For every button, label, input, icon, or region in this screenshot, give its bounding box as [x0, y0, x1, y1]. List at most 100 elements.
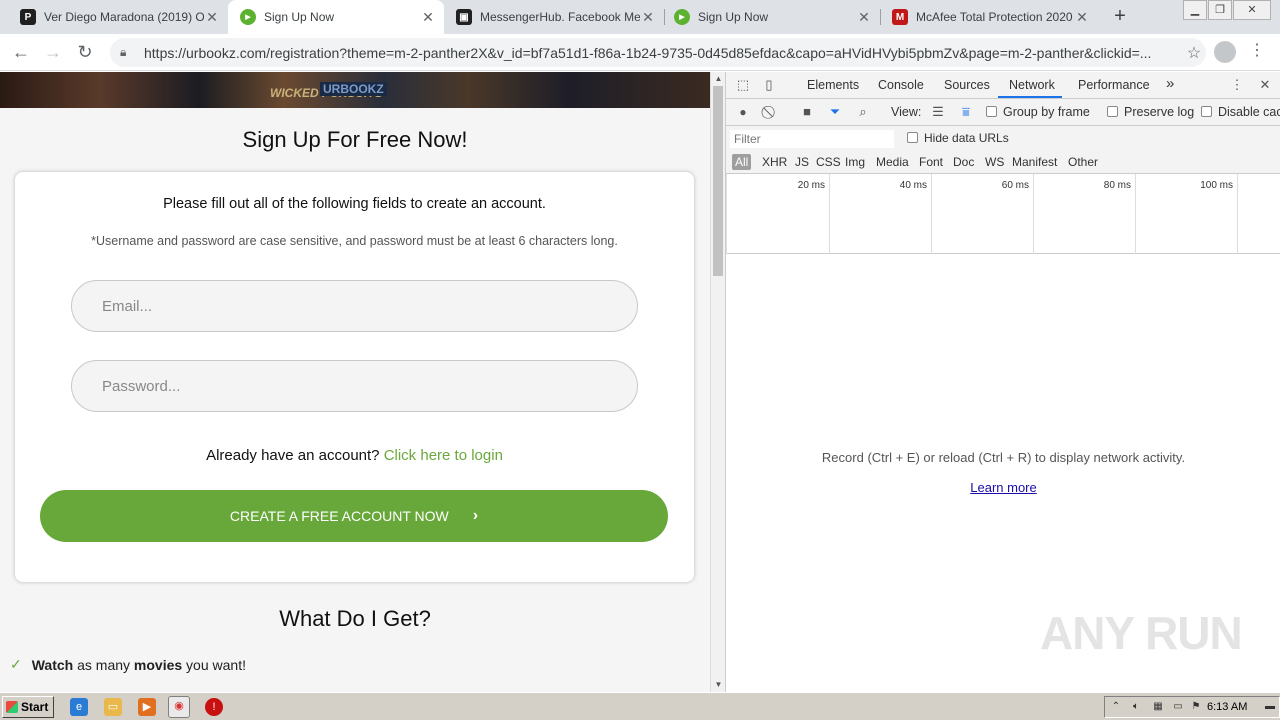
- tab-network[interactable]: Network: [1009, 78, 1055, 92]
- tab-elements[interactable]: Elements: [807, 78, 859, 92]
- network-icon[interactable]: ▦: [1151, 700, 1165, 714]
- tab-title: McAfee Total Protection 2020 |: [916, 10, 1074, 24]
- page-scrollbar[interactable]: ▲ ▼: [710, 72, 725, 692]
- reload-button[interactable]: ↻: [72, 40, 98, 66]
- chevron-right-icon: ›: [472, 507, 479, 524]
- bookmark-star-icon[interactable]: ☆: [1182, 43, 1206, 63]
- profile-avatar[interactable]: [1214, 41, 1236, 63]
- device-toolbar-icon[interactable]: ▯: [760, 76, 778, 94]
- start-button[interactable]: Start: [2, 696, 54, 718]
- close-icon[interactable]: ✕: [1074, 9, 1090, 26]
- window-close-button[interactable]: ✕: [1233, 0, 1271, 20]
- create-account-button[interactable]: CREATE A FREE ACCOUNT NOW ›: [40, 490, 668, 542]
- browser-tab-4[interactable]: ▶ Sign Up Now ✕: [662, 0, 880, 34]
- disable-cache-checkbox[interactable]: Disable cac: [1201, 105, 1280, 119]
- browser-tab-5[interactable]: M McAfee Total Protection 2020 | ✕: [880, 0, 1098, 34]
- type-filter-doc[interactable]: Doc: [953, 155, 974, 169]
- devtools-menu-icon[interactable]: ⋮: [1228, 76, 1246, 94]
- filter-icon[interactable]: ⏷: [826, 103, 844, 121]
- feature-word: Watch: [31, 656, 74, 673]
- close-icon[interactable]: ✕: [420, 9, 436, 26]
- minimize-button[interactable]: ▁: [1183, 0, 1207, 20]
- disable-cache-label: Disable cac: [1218, 105, 1280, 119]
- browser-tab-2[interactable]: ▶ Sign Up Now ✕: [228, 0, 444, 34]
- checkbox-box[interactable]: [1201, 106, 1212, 117]
- tab-favicon-icon: ▣: [456, 9, 472, 25]
- type-filter-all[interactable]: All: [732, 154, 752, 170]
- type-filter-manifest[interactable]: Manifest: [1012, 155, 1057, 169]
- type-filter-img[interactable]: Img: [845, 155, 865, 169]
- file-explorer-icon[interactable]: ▭: [104, 698, 122, 716]
- check-icon: ✓: [10, 656, 22, 672]
- network-timeline-overview[interactable]: 20 ms 40 ms 60 ms 80 ms 100 ms: [726, 174, 1280, 254]
- type-filter-xhr[interactable]: XHR: [762, 155, 787, 169]
- hide-data-urls-checkbox[interactable]: Hide data URLs: [907, 131, 1009, 145]
- media-player-icon[interactable]: ▶: [138, 698, 156, 716]
- clock[interactable]: 6:13 AM: [1207, 701, 1247, 713]
- search-icon[interactable]: ⌕: [854, 103, 872, 121]
- checkbox-box[interactable]: [986, 106, 997, 117]
- clear-icon[interactable]: ⃠: [762, 103, 780, 121]
- checkbox-box[interactable]: [907, 132, 918, 143]
- url-text[interactable]: https://urbookz.com/registration?theme=m…: [144, 45, 1182, 61]
- tick-label: 20 ms: [797, 180, 825, 191]
- maximize-button[interactable]: ❐: [1208, 0, 1232, 20]
- tab-title: MessengerHub. Facebook Messe: [480, 10, 640, 24]
- inspect-element-icon[interactable]: ⬚: [734, 76, 752, 94]
- tab-sources[interactable]: Sources: [944, 78, 990, 92]
- flag-icon[interactable]: ⚑: [1189, 700, 1203, 714]
- checkbox-box[interactable]: [1107, 106, 1118, 117]
- more-tabs-icon[interactable]: »: [1166, 75, 1174, 92]
- browser-tab-1[interactable]: P Ver Diego Maradona (2019) Onli ✕: [8, 0, 228, 34]
- timeline-tick: 100 ms: [1135, 174, 1237, 254]
- tray-expand-icon[interactable]: ⌃: [1109, 700, 1123, 714]
- group-by-frame-checkbox[interactable]: Group by frame: [986, 105, 1090, 119]
- tick-label: 100 ms: [1200, 180, 1233, 191]
- large-rows-icon[interactable]: ☰: [929, 103, 947, 121]
- devtools-panel: ⬚ ▯ Elements Console Sources Network Per…: [725, 72, 1280, 692]
- tab-console[interactable]: Console: [878, 78, 924, 92]
- internet-explorer-icon[interactable]: e: [70, 698, 88, 716]
- volume-icon[interactable]: 🔈︎: [1129, 700, 1143, 714]
- feature-word: you want!: [182, 656, 246, 673]
- scroll-up-arrow-icon[interactable]: ▲: [711, 72, 726, 86]
- password-field[interactable]: [71, 360, 638, 412]
- devtools-close-icon[interactable]: ✕: [1256, 76, 1274, 94]
- type-filter-css[interactable]: CSS: [816, 155, 841, 169]
- chrome-icon[interactable]: ◉: [168, 696, 190, 718]
- timeline-tick: 80 ms: [1033, 174, 1135, 254]
- timeline-tick: 20 ms: [726, 174, 829, 254]
- site-logo[interactable]: URBOOKZ: [320, 82, 387, 96]
- learn-more-link[interactable]: Learn more: [726, 480, 1280, 495]
- tab-title: Sign Up Now: [698, 10, 769, 24]
- type-filter-media[interactable]: Media: [876, 155, 909, 169]
- forward-button[interactable]: →: [40, 40, 66, 66]
- waterfall-icon[interactable]: ⩸: [957, 103, 975, 121]
- close-icon[interactable]: ✕: [640, 9, 656, 26]
- capture-screenshots-icon[interactable]: ■: [798, 103, 816, 121]
- email-field[interactable]: [71, 280, 638, 332]
- tick-label: 60 ms: [1001, 180, 1029, 191]
- new-tab-button[interactable]: +: [1108, 5, 1132, 29]
- browser-menu-icon[interactable]: ⋮: [1248, 40, 1266, 60]
- power-icon[interactable]: ▭: [1171, 700, 1185, 714]
- show-desktop-icon[interactable]: ▬: [1263, 700, 1277, 714]
- tab-favicon-icon: ▶: [240, 9, 256, 25]
- security-alert-icon[interactable]: !: [205, 698, 223, 716]
- scroll-down-arrow-icon[interactable]: ▼: [711, 678, 726, 692]
- back-button[interactable]: ←: [8, 40, 34, 66]
- type-filter-font[interactable]: Font: [919, 155, 943, 169]
- browser-tab-3[interactable]: ▣ MessengerHub. Facebook Messe ✕: [444, 0, 664, 34]
- close-icon[interactable]: ✕: [204, 9, 220, 26]
- filter-input[interactable]: [730, 130, 894, 148]
- tab-performance[interactable]: Performance: [1078, 78, 1150, 92]
- preserve-log-checkbox[interactable]: Preserve log: [1107, 105, 1194, 119]
- record-icon[interactable]: ●: [734, 103, 752, 121]
- type-filter-js[interactable]: JS: [795, 155, 809, 169]
- type-filter-ws[interactable]: WS: [985, 155, 1004, 169]
- scrollbar-thumb[interactable]: [713, 86, 723, 276]
- close-icon[interactable]: ✕: [856, 9, 872, 26]
- type-filter-other[interactable]: Other: [1068, 155, 1098, 169]
- login-link[interactable]: Click here to login: [384, 447, 503, 464]
- address-bar[interactable]: 🔒︎ https://urbookz.com/registration?them…: [110, 38, 1206, 67]
